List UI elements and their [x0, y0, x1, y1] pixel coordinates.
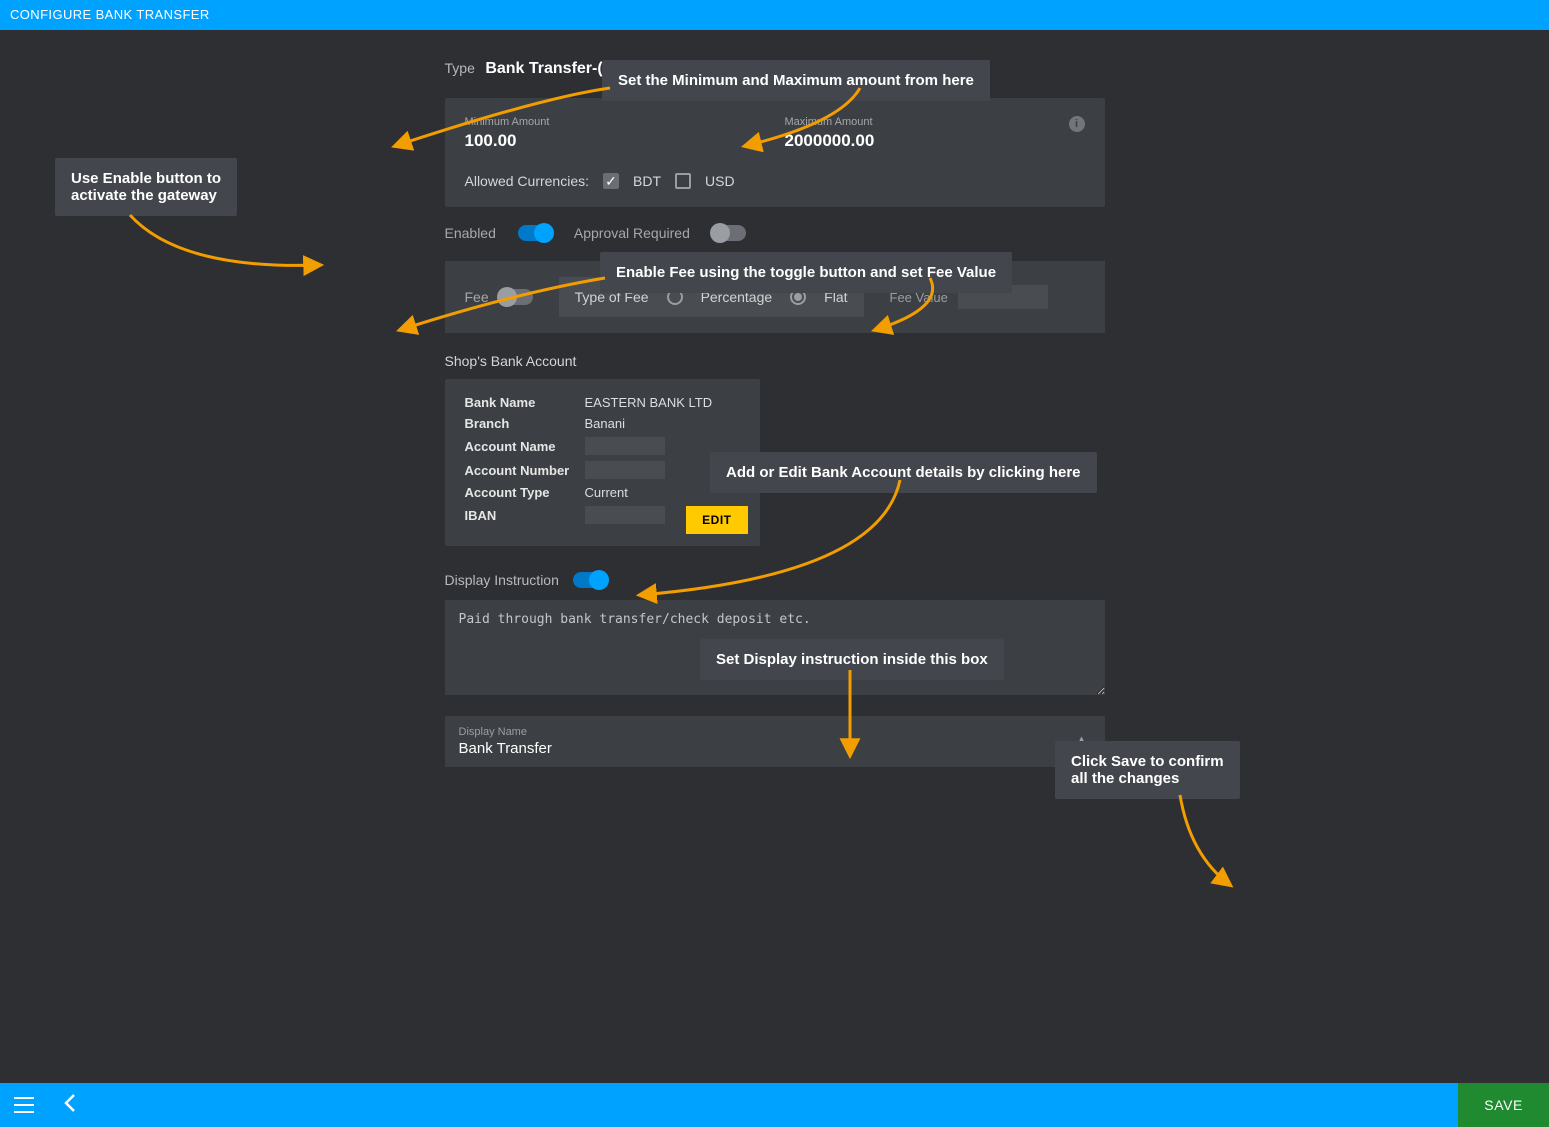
iban-label: IBAN	[465, 508, 585, 523]
info-icon[interactable]: i	[1069, 116, 1085, 132]
account-number-label: Account Number	[465, 463, 585, 478]
currency-bdt-checkbox[interactable]: ✓	[603, 173, 619, 189]
account-name-input[interactable]	[585, 437, 665, 455]
currency-bdt-label: BDT	[633, 173, 661, 189]
shop-bank-account-label: Shop's Bank Account	[445, 353, 1105, 369]
iban-input[interactable]	[585, 506, 665, 524]
minimum-amount-label: Minimum Amount	[465, 116, 765, 128]
branch-value: Banani	[585, 416, 625, 431]
fee-label: Fee	[465, 289, 489, 305]
minimum-amount-value: 100.00	[465, 131, 765, 151]
edit-bank-button[interactable]: EDIT	[686, 506, 747, 534]
display-instruction-toggle[interactable]	[573, 572, 607, 588]
save-button[interactable]: SAVE	[1458, 1083, 1549, 1127]
type-label: Type	[445, 60, 475, 76]
currency-usd-label: USD	[705, 173, 735, 189]
account-type-label: Account Type	[465, 485, 585, 500]
account-name-label: Account Name	[465, 439, 585, 454]
allowed-currencies-row: Allowed Currencies: ✓ BDT USD	[465, 173, 1085, 189]
fee-toggle[interactable]	[499, 289, 533, 305]
bottom-bar: SAVE	[0, 1083, 1549, 1127]
maximum-amount-field[interactable]: Maximum Amount 2000000.00 i	[785, 116, 1085, 151]
annotation-fee: Enable Fee using the toggle button and s…	[600, 252, 1012, 293]
allowed-currencies-label: Allowed Currencies:	[465, 173, 590, 189]
currency-usd-checkbox[interactable]	[675, 173, 691, 189]
bank-name-label: Bank Name	[465, 395, 585, 410]
branch-label: Branch	[465, 416, 585, 431]
top-bar-title: CONFIGURE BANK TRANSFER	[10, 7, 210, 22]
approval-required-label: Approval Required	[574, 225, 690, 241]
back-icon[interactable]	[64, 1094, 76, 1117]
enabled-label: Enabled	[445, 225, 496, 241]
display-name-label: Display Name	[459, 726, 552, 738]
bank-name-value: EASTERN BANK LTD	[585, 395, 713, 410]
toggle-row: Enabled Approval Required	[445, 225, 1105, 241]
account-number-input[interactable]	[585, 461, 665, 479]
menu-icon[interactable]	[14, 1097, 34, 1113]
display-name-value: Bank Transfer	[459, 740, 552, 757]
approval-required-toggle[interactable]	[712, 225, 746, 241]
annotation-save: Click Save to confirm all the changes	[1055, 741, 1240, 799]
annotation-minmax: Set the Minimum and Maximum amount from …	[602, 60, 990, 101]
annotation-display: Set Display instruction inside this box	[700, 639, 1004, 680]
account-type-value: Current	[585, 485, 628, 500]
top-bar: CONFIGURE BANK TRANSFER	[0, 0, 1549, 30]
maximum-amount-label: Maximum Amount	[785, 116, 875, 128]
maximum-amount-value: 2000000.00	[785, 131, 875, 151]
display-instruction-row: Display Instruction	[445, 572, 1105, 588]
amount-panel: Minimum Amount 100.00 Maximum Amount 200…	[445, 98, 1105, 207]
display-name-panel[interactable]: Display Name Bank Transfer ▲	[445, 716, 1105, 767]
annotation-enable: Use Enable button to activate the gatewa…	[55, 158, 237, 216]
enabled-toggle[interactable]	[518, 225, 552, 241]
annotation-bank: Add or Edit Bank Account details by clic…	[710, 452, 1097, 493]
minimum-amount-field[interactable]: Minimum Amount 100.00	[465, 116, 765, 151]
display-instruction-label: Display Instruction	[445, 572, 559, 588]
